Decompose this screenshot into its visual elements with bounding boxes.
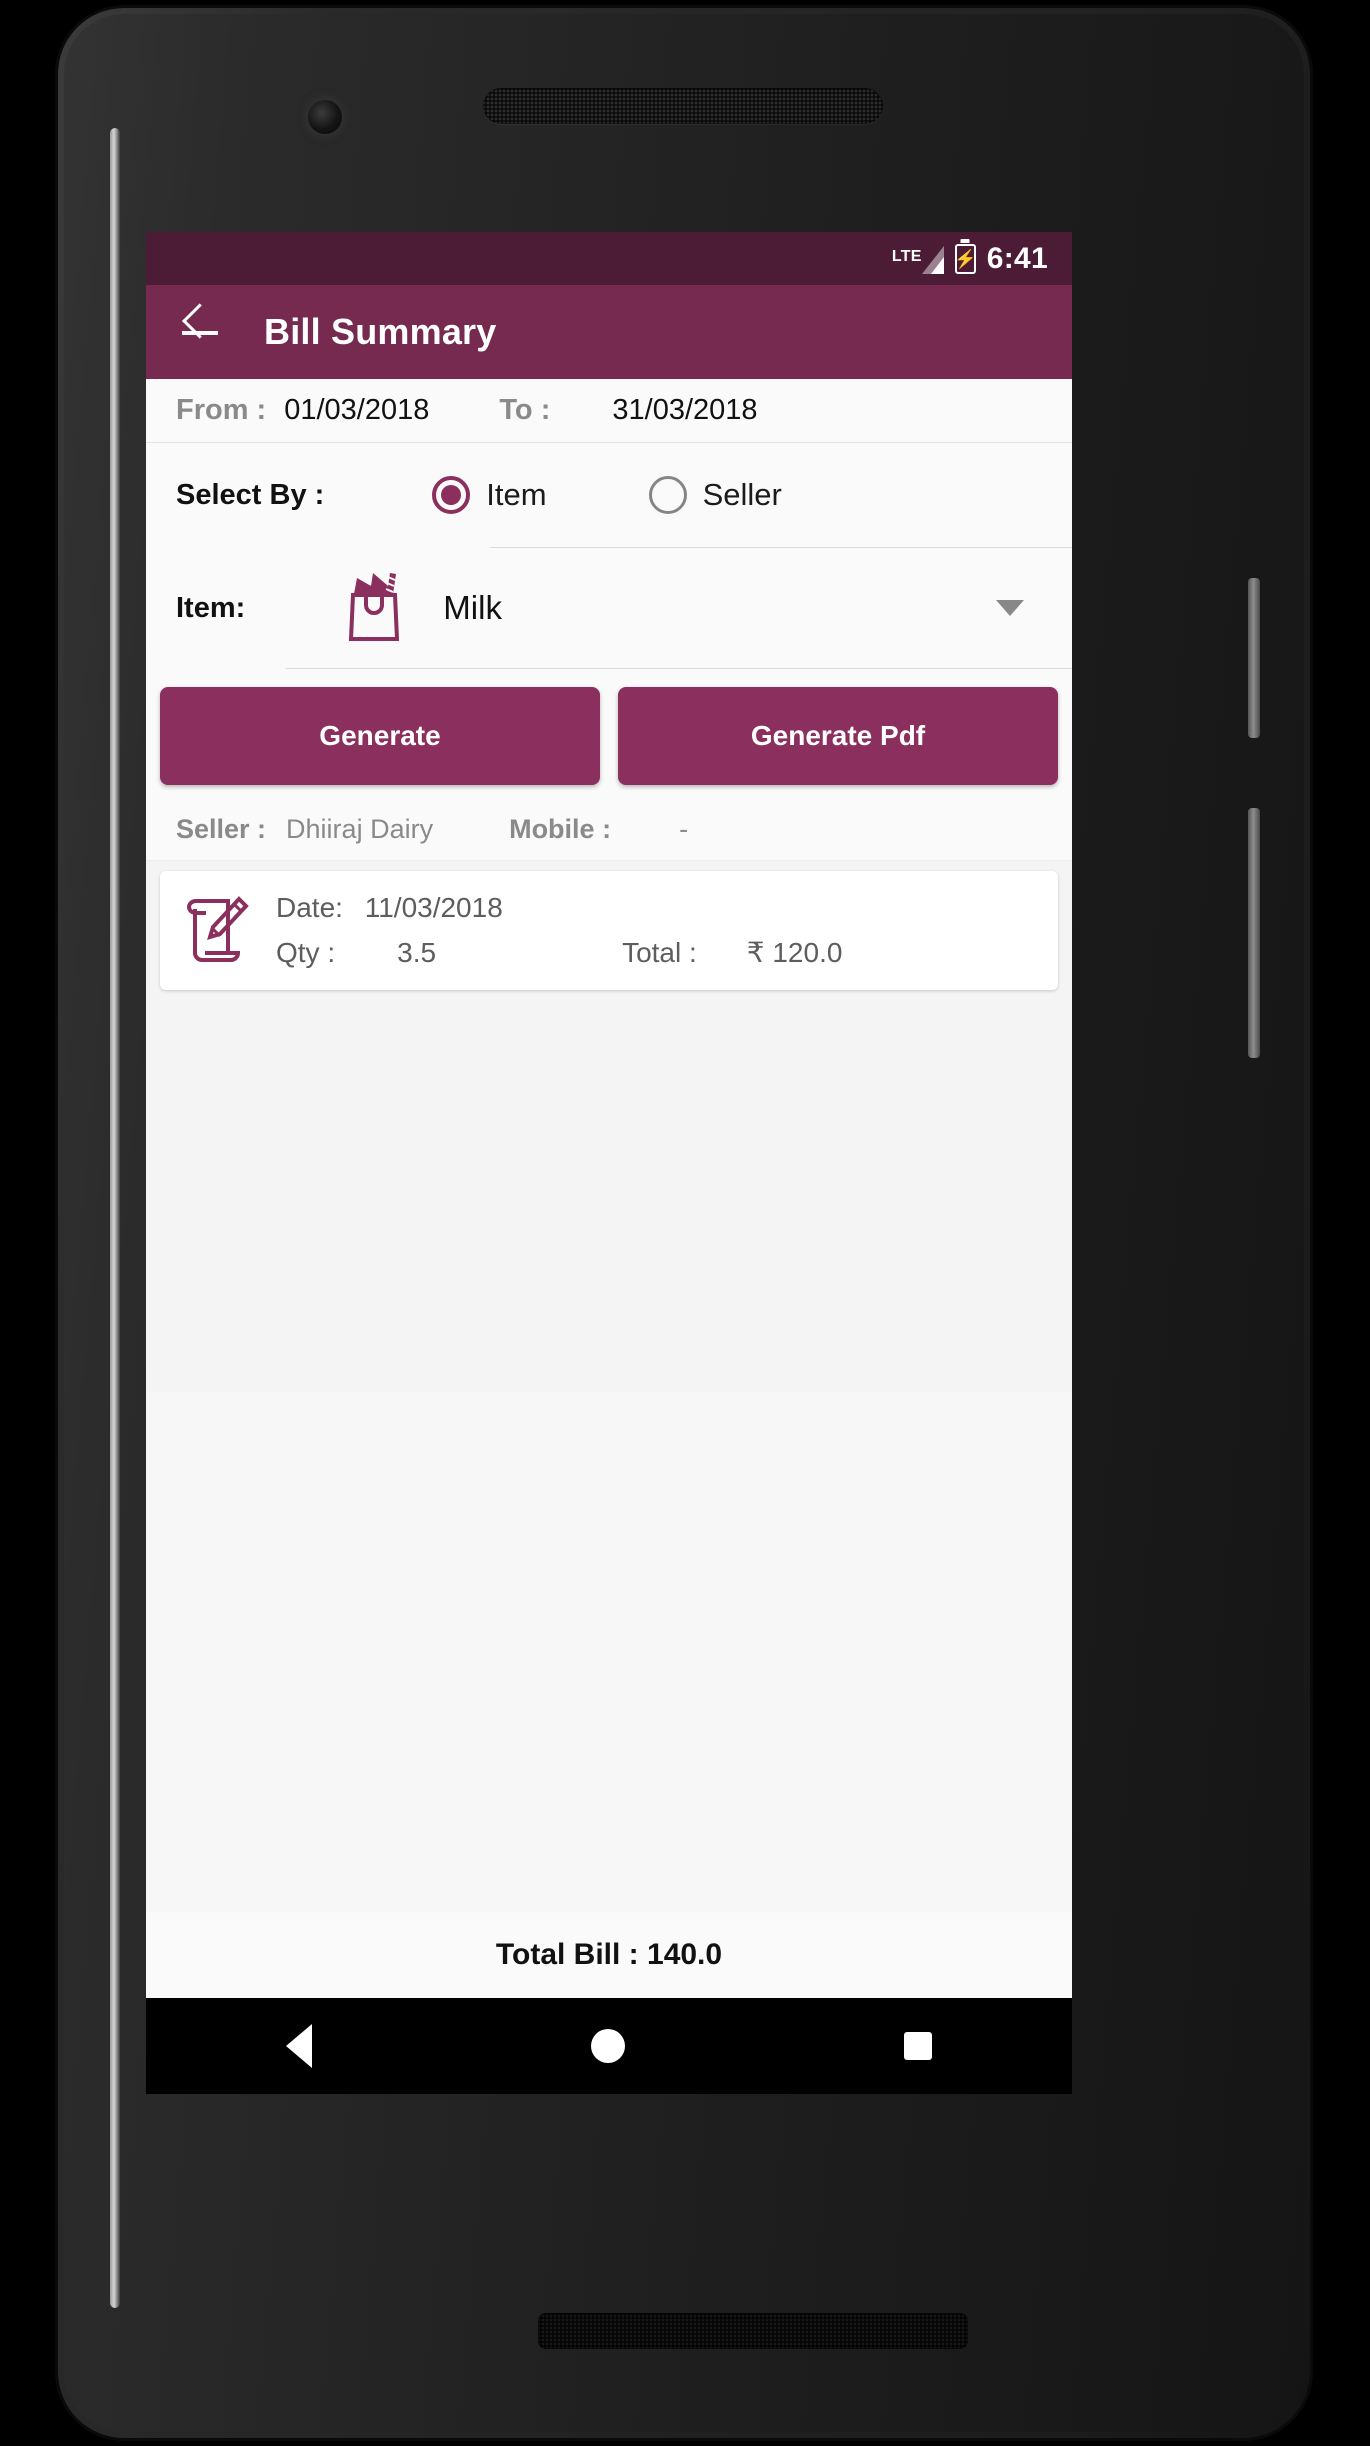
- scroll-pencil-icon: [182, 891, 250, 970]
- record-qty-total-line: Qty : 3.5 Total : ₹ 120.0: [276, 936, 1036, 969]
- earpiece-speaker: [483, 88, 883, 124]
- bolt-glyph: ⚡: [954, 248, 977, 269]
- chevron-down-icon[interactable]: [996, 600, 1024, 616]
- radio-seller-icon[interactable]: [648, 476, 687, 514]
- signal-icon: LTE: [892, 244, 944, 274]
- record-date-value: 11/03/2018: [364, 892, 503, 923]
- from-label: From :: [176, 394, 267, 426]
- radio-option-seller[interactable]: Seller: [648, 476, 782, 514]
- radio-item-icon[interactable]: [432, 476, 471, 514]
- signal-bars-icon: [921, 245, 944, 274]
- phone-screen: LTE ⚡ 6:41 Bill Summary From : 01/03/201…: [146, 232, 1072, 2094]
- select-by-row: Select By : Item Seller: [146, 443, 1072, 547]
- nav-recents-icon[interactable]: [904, 2032, 933, 2060]
- generate-pdf-button[interactable]: Generate Pdf: [618, 687, 1058, 785]
- arrow-left-icon[interactable]: [180, 312, 220, 352]
- volume-button[interactable]: [1248, 808, 1260, 1058]
- to-date-value[interactable]: 31/03/2018: [612, 394, 757, 427]
- seller-info-row: Seller : Dhiiraj Dairy Mobile : -: [146, 799, 1072, 861]
- mobile-value: -: [679, 814, 689, 844]
- action-button-row: Generate Generate Pdf: [146, 669, 1072, 799]
- status-clock: 6:41: [986, 241, 1048, 275]
- select-by-label: Select By :: [176, 478, 325, 511]
- from-date-value[interactable]: 01/03/2018: [284, 394, 429, 427]
- lte-label: LTE: [891, 247, 922, 265]
- seller-label: Seller :: [176, 814, 267, 844]
- to-label: To :: [499, 394, 551, 426]
- records-list: Date: 11/03/2018 Qty : 3.5 Total : ₹ 120…: [146, 861, 1072, 1392]
- radio-seller-label: Seller: [702, 477, 782, 512]
- battery-charging-icon: ⚡: [954, 243, 977, 274]
- item-value: Milk: [443, 589, 502, 626]
- app-bar: Bill Summary: [146, 285, 1072, 379]
- bottom-speaker: [538, 2313, 968, 2349]
- generate-button[interactable]: Generate: [160, 687, 600, 785]
- record-date-line: Date: 11/03/2018: [276, 892, 1036, 924]
- item-label: Item:: [176, 591, 246, 624]
- list-empty-space: [146, 1391, 1072, 1912]
- nav-home-icon[interactable]: [590, 2029, 625, 2063]
- status-bar: LTE ⚡ 6:41: [146, 232, 1072, 285]
- record-total-label: Total :: [622, 936, 697, 968]
- item-picker-row[interactable]: Item: Milk: [146, 548, 1072, 668]
- mobile-label: Mobile :: [509, 814, 612, 844]
- power-button[interactable]: [1248, 578, 1260, 738]
- android-nav-bar: [146, 1998, 1072, 2094]
- record-date-label: Date:: [276, 892, 343, 923]
- total-bill-footer: Total Bill : 140.0: [146, 1912, 1072, 1998]
- record-total-value: ₹ 120.0: [746, 937, 843, 968]
- table-row[interactable]: Date: 11/03/2018 Qty : 3.5 Total : ₹ 120…: [160, 871, 1058, 990]
- front-camera-icon: [308, 100, 342, 134]
- record-qty-value: 3.5: [397, 936, 437, 968]
- record-details: Date: 11/03/2018 Qty : 3.5 Total : ₹ 120…: [276, 892, 1036, 969]
- radio-option-item[interactable]: Item: [432, 476, 547, 514]
- date-range-row: From : 01/03/2018 To : 31/03/2018: [146, 379, 1072, 443]
- shopping-bag-icon: [343, 569, 405, 648]
- nav-back-icon[interactable]: [285, 2024, 312, 2068]
- seller-value: Dhiiraj Dairy: [286, 814, 434, 844]
- page-title: Bill Summary: [264, 311, 497, 352]
- radio-item-label: Item: [486, 477, 547, 512]
- record-qty-label: Qty :: [276, 936, 336, 968]
- phone-left-edge: [110, 128, 120, 2308]
